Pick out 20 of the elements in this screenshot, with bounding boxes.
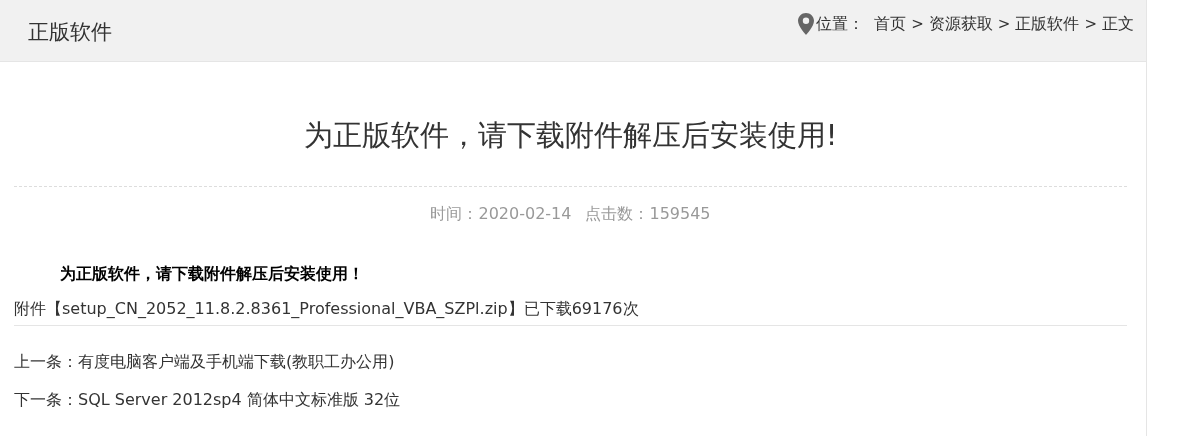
section-title: 正版软件 <box>28 18 112 46</box>
breadcrumb-separator: > <box>911 13 924 35</box>
breadcrumb-link[interactable]: 资源获取 <box>928 12 993 36</box>
breadcrumb-separator: > <box>997 13 1011 35</box>
meta-text: 点击数：159545 <box>585 202 711 225</box>
nav-label: 下一条： <box>14 388 78 411</box>
article-title: 为正版软件，请下载附件解压后安装使用! <box>302 117 839 154</box>
meta-text: 时间：2020-02-14 <box>430 202 572 225</box>
breadcrumb-link[interactable]: 首页 <box>874 12 907 36</box>
breadcrumb-link[interactable]: 正版软件 <box>1015 12 1080 36</box>
nav-link[interactable]: SQL Server 2012sp4 简体中文标准版 32位 <box>78 387 401 412</box>
body-text: 为正版软件，请下载附件解压后安装使用！ <box>59 262 365 285</box>
location-label: 位置： <box>816 13 865 35</box>
nav-link[interactable]: 有度电脑客户端及手机端下载(教职工办公用) <box>78 349 395 374</box>
attachment-link[interactable]: setup_CN_2052_11.8.2.8361_Professional_VBA_SZPl.zip <box>62 298 508 318</box>
breadcrumb-link[interactable]: 正文 <box>1102 12 1134 36</box>
breadcrumb-separator: > <box>1084 13 1097 35</box>
attachment-text: 附件【setup_CN_2052_11.8.2.8361_Professional_VBA_SZPl.zip】已下载69176次 <box>14 296 1127 326</box>
location-pin-icon <box>798 13 815 35</box>
nav-label: 上一条： <box>14 350 78 373</box>
